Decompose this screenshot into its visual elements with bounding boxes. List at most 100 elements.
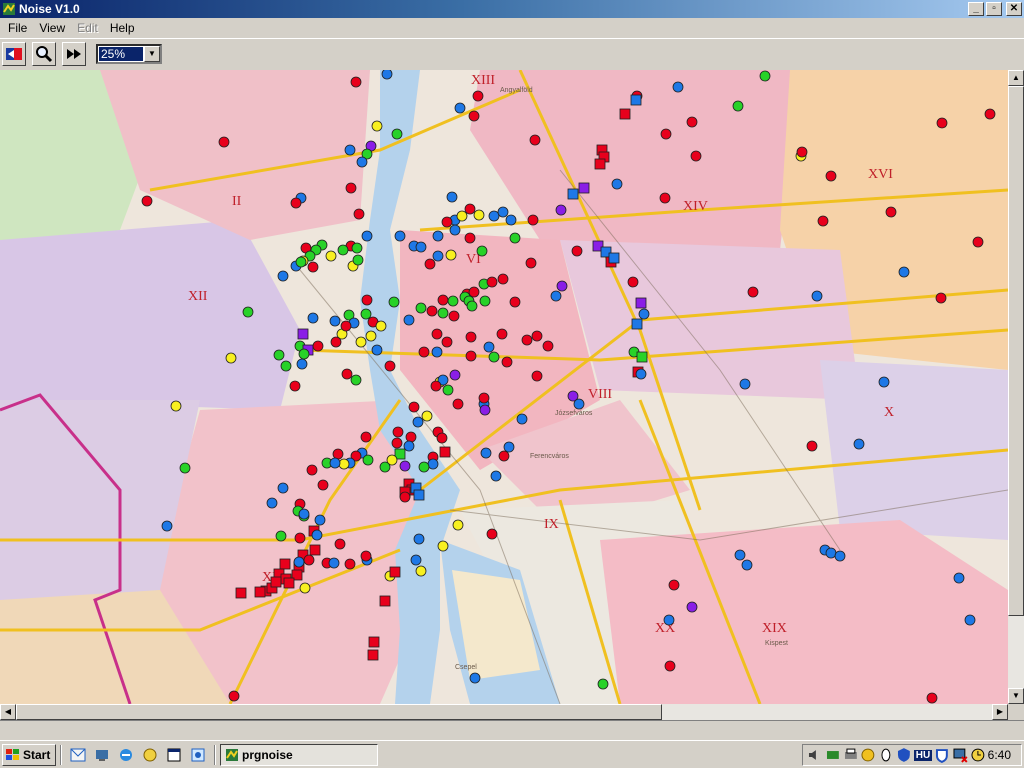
close-button[interactable]: ✕ [1006, 2, 1022, 16]
red-marker-dot[interactable] [825, 170, 837, 182]
blue-marker-dot[interactable] [432, 250, 444, 262]
red-marker-dot[interactable] [289, 380, 301, 392]
red-marker-dot[interactable] [392, 426, 404, 438]
green-marker-dot[interactable] [295, 256, 307, 268]
blue-marker-dot[interactable] [394, 230, 406, 242]
red-marker-dot[interactable] [690, 150, 702, 162]
green-marker-dot[interactable] [415, 302, 427, 314]
blue-marker-dot[interactable] [611, 178, 623, 190]
red-marker-dot[interactable] [509, 296, 521, 308]
blue-marker-dot[interactable] [410, 554, 422, 566]
zoom-select[interactable]: 25% ▼ [96, 43, 162, 64]
blue-marker-dot[interactable] [663, 614, 675, 626]
blue-marker-dot[interactable] [734, 549, 746, 561]
red-marker-dot[interactable] [218, 136, 230, 148]
yellow-marker-dot[interactable] [338, 458, 350, 470]
green-marker-dot[interactable] [337, 244, 349, 256]
yellow-marker-dot[interactable] [225, 352, 237, 364]
red-marker-square[interactable] [439, 446, 451, 458]
red-marker-dot[interactable] [437, 294, 449, 306]
purple-marker-dot[interactable] [556, 280, 568, 292]
blue-marker-dot[interactable] [488, 210, 500, 222]
fast-forward-button[interactable] [62, 41, 86, 66]
vertical-scrollbar[interactable]: ▲ ▼ [1008, 70, 1024, 704]
menu-view[interactable]: View [33, 21, 71, 35]
blue-marker-dot[interactable] [483, 341, 495, 353]
red-marker-dot[interactable] [464, 232, 476, 244]
green-marker-dot[interactable] [391, 128, 403, 140]
red-marker-dot[interactable] [521, 334, 533, 346]
zoom-button[interactable] [32, 41, 56, 66]
red-marker-dot[interactable] [984, 108, 996, 120]
red-marker-dot[interactable] [424, 258, 436, 270]
red-marker-dot[interactable] [441, 336, 453, 348]
red-marker-dot[interactable] [497, 273, 509, 285]
green-marker-dot[interactable] [732, 100, 744, 112]
purple-marker-square[interactable] [297, 328, 309, 340]
red-marker-dot[interactable] [306, 464, 318, 476]
blue-marker-dot[interactable] [454, 102, 466, 114]
red-marker-dot[interactable] [426, 305, 438, 317]
blue-marker-dot[interactable] [505, 214, 517, 226]
blue-marker-dot[interactable] [432, 230, 444, 242]
red-marker-dot[interactable] [332, 448, 344, 460]
green-marker-dot[interactable] [379, 461, 391, 473]
blue-marker-dot[interactable] [878, 376, 890, 388]
green-marker-dot[interactable] [362, 454, 374, 466]
red-marker-square[interactable] [309, 544, 321, 556]
green-marker-dot[interactable] [447, 295, 459, 307]
green-marker-dot[interactable] [179, 462, 191, 474]
antivirus-icon[interactable] [860, 747, 876, 763]
blue-marker-dot[interactable] [329, 315, 341, 327]
red-marker-dot[interactable] [472, 90, 484, 102]
red-marker-dot[interactable] [972, 236, 984, 248]
blue-marker-dot[interactable] [413, 533, 425, 545]
red-marker-dot[interactable] [885, 206, 897, 218]
blue-marker-dot[interactable] [469, 672, 481, 684]
green-marker-dot[interactable] [466, 300, 478, 312]
blue-marker-dot[interactable] [853, 438, 865, 450]
yellow-marker-dot[interactable] [371, 120, 383, 132]
blue-marker-dot[interactable] [277, 482, 289, 494]
blue-marker-dot[interactable] [403, 440, 415, 452]
red-marker-dot[interactable] [350, 76, 362, 88]
red-marker-dot[interactable] [531, 330, 543, 342]
map-canvas[interactable]: XIII XVI II XIV VI XII VIII X IX XI XX X… [0, 70, 1008, 704]
yellow-marker-dot[interactable] [437, 540, 449, 552]
red-marker-dot[interactable] [465, 331, 477, 343]
red-marker-dot[interactable] [330, 336, 342, 348]
scroll-right-arrow-icon[interactable]: ▶ [992, 704, 1008, 720]
red-marker-dot[interactable] [935, 292, 947, 304]
blue-marker-dot[interactable] [825, 547, 837, 559]
red-marker-dot[interactable] [806, 440, 818, 452]
blue-marker-square[interactable] [630, 94, 642, 106]
red-marker-dot[interactable] [664, 660, 676, 672]
red-marker-dot[interactable] [464, 203, 476, 215]
purple-marker-dot[interactable] [555, 204, 567, 216]
shield-icon[interactable] [896, 747, 912, 763]
red-marker-dot[interactable] [529, 134, 541, 146]
flag-button[interactable] [2, 41, 26, 66]
yellow-marker-dot[interactable] [415, 565, 427, 577]
red-marker-dot[interactable] [817, 215, 829, 227]
purple-marker-dot[interactable] [479, 404, 491, 416]
red-marker-dot[interactable] [542, 340, 554, 352]
scroll-up-arrow-icon[interactable]: ▲ [1008, 70, 1024, 86]
blue-marker-dot[interactable] [431, 346, 443, 358]
blue-marker-dot[interactable] [277, 270, 289, 282]
security-icon[interactable] [934, 747, 950, 763]
printer-icon[interactable] [843, 747, 859, 763]
red-marker-dot[interactable] [361, 294, 373, 306]
quicklaunch-window-icon[interactable] [166, 747, 182, 763]
green-marker-dot[interactable] [352, 254, 364, 266]
green-marker-dot[interactable] [388, 296, 400, 308]
red-marker-dot[interactable] [936, 117, 948, 129]
red-marker-dot[interactable] [436, 432, 448, 444]
red-marker-dot[interactable] [468, 110, 480, 122]
red-marker-dot[interactable] [448, 310, 460, 322]
blue-marker-dot[interactable] [964, 614, 976, 626]
red-marker-dot[interactable] [747, 286, 759, 298]
blue-marker-dot[interactable] [381, 70, 393, 80]
red-marker-dot[interactable] [418, 346, 430, 358]
red-marker-dot[interactable] [468, 286, 480, 298]
